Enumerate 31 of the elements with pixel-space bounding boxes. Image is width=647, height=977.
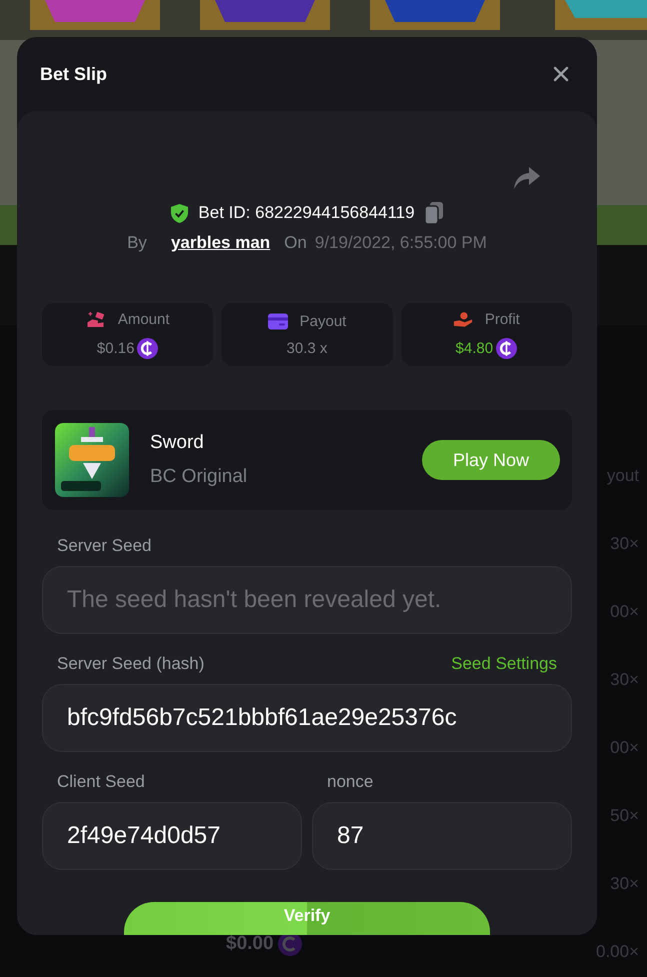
bet-id: Bet ID: 68222944156844119 bbox=[198, 203, 415, 223]
user-link[interactable]: yarbles man bbox=[170, 233, 270, 253]
field-label: nonce bbox=[327, 772, 374, 792]
share-icon[interactable] bbox=[514, 167, 540, 189]
game-title: Sword bbox=[150, 432, 205, 454]
stat-value: $4.80 bbox=[456, 340, 494, 356]
field-label: Server Seed (hash) bbox=[57, 654, 204, 674]
amount-value: $0.00 bbox=[226, 933, 274, 955]
game-provider: BC Original bbox=[150, 466, 248, 488]
person-hand-icon bbox=[452, 310, 473, 328]
server-seed-hash-field[interactable]: bfc9fd56b7c521bbbf61ae29e25376c bbox=[42, 684, 572, 752]
seed-settings-link[interactable]: Seed Settings bbox=[451, 654, 557, 674]
server-seed-field[interactable]: The seed hasn't been revealed yet. bbox=[42, 566, 572, 634]
dialog-title: Bet Slip bbox=[40, 64, 108, 84]
bet-date: 9/19/2022, 6:55:00 PM bbox=[314, 233, 487, 253]
client-seed-field[interactable]: 2f49e74d0d57 bbox=[42, 802, 302, 870]
stat-value: $0.16 bbox=[96, 340, 134, 356]
copy-icon[interactable] bbox=[424, 202, 444, 224]
field-label: Client Seed bbox=[57, 772, 146, 792]
card-icon bbox=[268, 312, 288, 330]
by-label: By bbox=[127, 233, 147, 253]
field-label: Server Seed bbox=[57, 536, 152, 556]
shield-check-icon bbox=[170, 204, 190, 222]
stat-value: 30.3 x bbox=[286, 340, 328, 356]
nonce-field[interactable]: 87 bbox=[312, 802, 572, 870]
stat-label: Profit bbox=[484, 310, 520, 328]
close-icon[interactable] bbox=[553, 66, 569, 82]
hand-coins-icon bbox=[86, 310, 106, 328]
stat-label: Payout bbox=[300, 312, 346, 330]
stat-label: Amount bbox=[118, 310, 170, 328]
on-label: On bbox=[284, 233, 307, 253]
